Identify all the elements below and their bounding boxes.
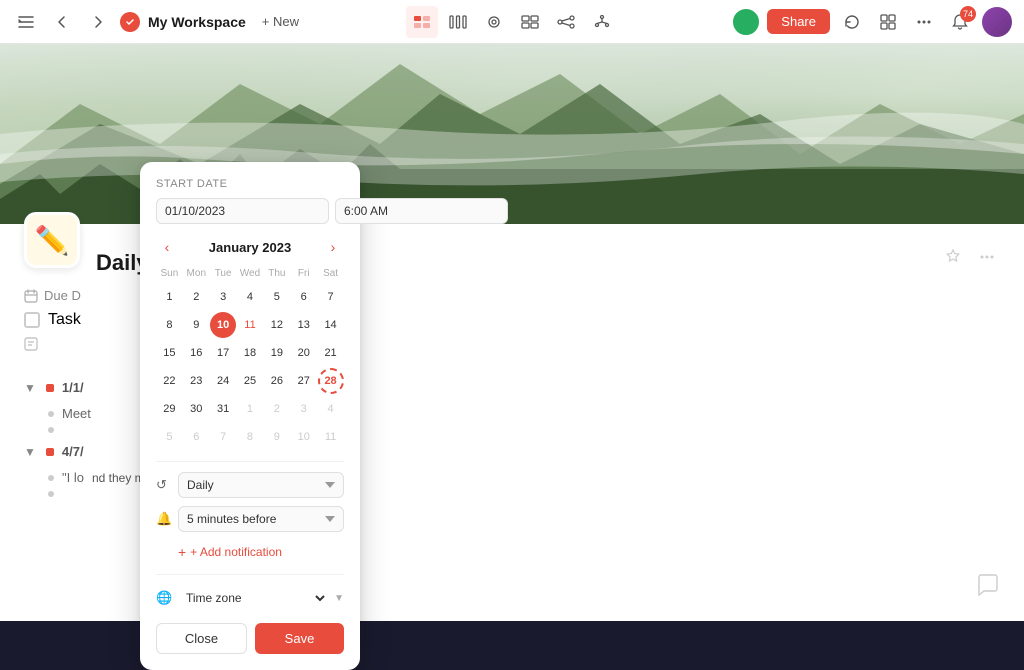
cal-day-2[interactable]: 2 (183, 284, 209, 310)
day-header-sat: Sat (317, 266, 344, 283)
notification-row: 🔔 5 minutes before 10 minutes before 15 … (156, 506, 344, 532)
day-header-sun: Sun (156, 266, 183, 283)
cal-day-next-3[interactable]: 3 (291, 396, 317, 422)
repeat-row: ↺ Daily Weekly Monthly Never (156, 472, 344, 498)
picker-divider-2 (156, 574, 344, 575)
calendar-grid: Sun Mon Tue Wed Thu Fri Sat 1 2 3 4 5 6 … (156, 266, 344, 451)
close-button[interactable]: Close (156, 623, 247, 654)
date-input[interactable] (156, 198, 329, 224)
cal-day-19[interactable]: 19 (264, 340, 290, 366)
cal-day-next-7[interactable]: 7 (210, 424, 236, 450)
cal-day-next-6[interactable]: 6 (183, 424, 209, 450)
day-header-wed: Wed (237, 266, 264, 283)
cal-day-next-5[interactable]: 5 (156, 424, 182, 450)
day-header-thu: Thu (263, 266, 290, 283)
cal-day-17[interactable]: 17 (210, 340, 236, 366)
calendar-month-year: January 2023 (209, 240, 291, 255)
cal-day-16[interactable]: 16 (183, 340, 209, 366)
day-header-fri: Fri (290, 266, 317, 283)
next-month-button[interactable]: › (322, 236, 344, 258)
cal-day-next-8[interactable]: 8 (237, 424, 263, 450)
add-icon: + (178, 544, 186, 560)
cal-day-15[interactable]: 15 (156, 340, 182, 366)
cal-day-5[interactable]: 5 (264, 284, 290, 310)
cal-day-20[interactable]: 20 (291, 340, 317, 366)
cal-day-21[interactable]: 21 (318, 340, 344, 366)
cal-day-next-11[interactable]: 11 (318, 424, 344, 450)
cal-day-next-10[interactable]: 10 (291, 424, 317, 450)
cal-day-18[interactable]: 18 (237, 340, 263, 366)
cal-day-next-1[interactable]: 1 (237, 396, 263, 422)
modal-overlay: Start date ‹ January 2023 › Sun Mon Tue … (0, 0, 1024, 621)
picker-label: Start date (156, 178, 344, 190)
calendar-nav: ‹ January 2023 › (156, 236, 344, 258)
cal-day-22[interactable]: 22 (156, 368, 182, 394)
save-button[interactable]: Save (255, 623, 344, 654)
cal-day-23[interactable]: 23 (183, 368, 209, 394)
add-notification-button[interactable]: + + Add notification (178, 540, 344, 564)
notification-select[interactable]: 5 minutes before 10 minutes before 15 mi… (178, 506, 344, 532)
picker-actions: Close Save (156, 623, 344, 654)
picker-divider-1 (156, 461, 344, 462)
cal-day-25[interactable]: 25 (237, 368, 263, 394)
cal-day-11[interactable]: 11 (237, 312, 263, 338)
day-header-tue: Tue (210, 266, 237, 283)
day-header-mon: Mon (183, 266, 210, 283)
cal-day-29[interactable]: 29 (156, 396, 182, 422)
cal-day-1[interactable]: 1 (156, 284, 182, 310)
cal-day-14[interactable]: 14 (318, 312, 344, 338)
timezone-row: 🌐 Time zone UTC EST PST ▼ (156, 585, 344, 611)
prev-month-button[interactable]: ‹ (156, 236, 178, 258)
cal-day-26[interactable]: 26 (264, 368, 290, 394)
date-picker-modal: Start date ‹ January 2023 › Sun Mon Tue … (140, 162, 360, 670)
cal-day-30[interactable]: 30 (183, 396, 209, 422)
cal-day-6[interactable]: 6 (291, 284, 317, 310)
cal-day-31[interactable]: 31 (210, 396, 236, 422)
cal-day-13[interactable]: 13 (291, 312, 317, 338)
add-notification-label: + Add notification (190, 545, 282, 559)
cal-day-7[interactable]: 7 (318, 284, 344, 310)
globe-icon: 🌐 (156, 590, 172, 606)
date-input-row (156, 198, 344, 224)
cal-day-8[interactable]: 8 (156, 312, 182, 338)
cal-day-9[interactable]: 9 (183, 312, 209, 338)
cal-day-10-today[interactable]: 10 (210, 312, 236, 338)
bell-icon: 🔔 (156, 511, 172, 527)
repeat-icon: ↺ (156, 477, 172, 493)
cal-day-next-2[interactable]: 2 (264, 396, 290, 422)
cal-day-24[interactable]: 24 (210, 368, 236, 394)
cal-day-12[interactable]: 12 (264, 312, 290, 338)
cal-day-3[interactable]: 3 (210, 284, 236, 310)
cal-day-4[interactable]: 4 (237, 284, 263, 310)
cal-day-next-9[interactable]: 9 (264, 424, 290, 450)
cal-day-next-4[interactable]: 4 (318, 396, 344, 422)
time-input[interactable] (335, 198, 508, 224)
cal-day-28-selected[interactable]: 28 (318, 368, 344, 394)
timezone-select[interactable]: Time zone UTC EST PST (178, 585, 328, 611)
timezone-chevron-icon: ▼ (334, 593, 344, 604)
cal-day-27[interactable]: 27 (291, 368, 317, 394)
repeat-select[interactable]: Daily Weekly Monthly Never (178, 472, 344, 498)
